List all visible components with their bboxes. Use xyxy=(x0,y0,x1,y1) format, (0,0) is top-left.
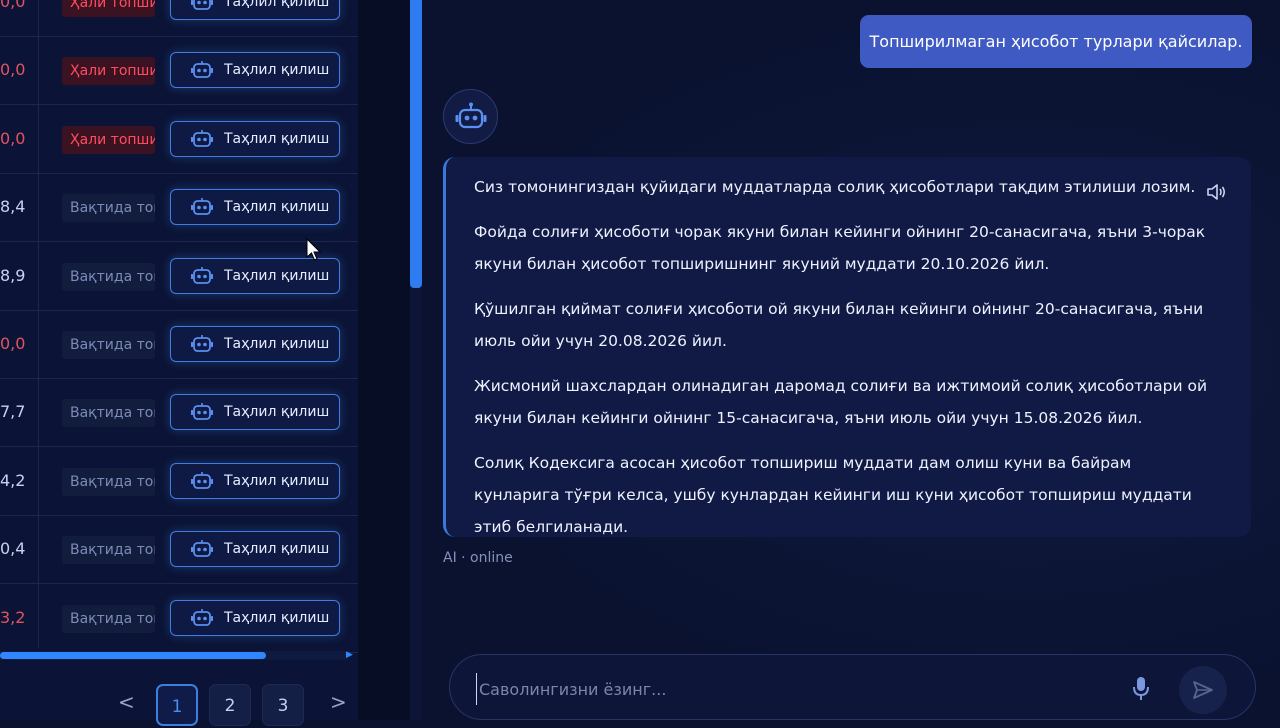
amount-cell: 0,0 xyxy=(0,334,26,353)
analyze-button-label: Таҳлил қилиш xyxy=(224,609,330,626)
robot-icon xyxy=(191,129,213,149)
robot-icon xyxy=(191,608,213,628)
robot-icon xyxy=(191,471,213,491)
robot-icon xyxy=(191,402,213,422)
analyze-button[interactable]: Таҳлил қилиш xyxy=(170,0,340,20)
ai-chat-panel: Топширилмаган ҳисобот турлари қайсилар. … xyxy=(422,0,1280,720)
status-badge: Ҳали топши xyxy=(62,57,155,86)
amount-cell: 7,7 xyxy=(0,402,26,422)
speaker-icon[interactable] xyxy=(1205,181,1227,203)
analyze-button[interactable]: Таҳлил қилиш xyxy=(170,326,340,362)
scroll-right-arrow-icon[interactable]: ▶ xyxy=(346,651,356,660)
analyze-button[interactable]: Таҳлил қилиш xyxy=(170,599,340,636)
analyze-button[interactable]: Таҳлил қилиш xyxy=(170,257,340,294)
analyze-button-label: Таҳлил қилиш xyxy=(224,62,330,79)
robot-icon xyxy=(191,539,213,559)
table-row: 0,4 Вақтида топ Таҳлил қилиш xyxy=(0,515,358,585)
microphone-icon[interactable] xyxy=(1130,675,1152,701)
analyze-button-label: Таҳлил қилиш xyxy=(224,130,330,147)
amount-cell: 8,9 xyxy=(0,265,26,285)
table-row: 8,4 Вақтида топ Таҳлил қилиш xyxy=(0,173,358,243)
mouse-cursor-icon xyxy=(306,238,322,261)
panel-divider xyxy=(358,0,410,720)
chat-input[interactable] xyxy=(476,673,1101,705)
analyze-button[interactable]: Таҳлил қилиш xyxy=(170,120,340,157)
status-badge: Вақтида топ xyxy=(62,262,155,291)
chat-input-bar xyxy=(449,654,1256,720)
analyze-button-label: Таҳлил қилиш xyxy=(224,336,330,352)
user-message: Топширилмаган ҳисобот турлари қайсилар. xyxy=(860,15,1252,68)
amount-cell: 0,0 xyxy=(0,0,26,11)
vertical-scrollbar-thumb[interactable] xyxy=(410,0,422,288)
reports-table-panel: 0,0 Ҳали топши Таҳлил қилиш 0,0 Ҳали топши Та… xyxy=(0,0,358,726)
prev-page-button[interactable]: < xyxy=(118,690,135,714)
analyze-button[interactable]: Таҳлил қилиш xyxy=(170,462,340,499)
horizontal-scrollbar[interactable] xyxy=(0,651,346,660)
send-button[interactable] xyxy=(1179,666,1227,714)
bot-message-paragraph: Жисмоний шахслардан олинадиган даромад с… xyxy=(474,377,1208,427)
table-row: 0,0 Вақтида топ Таҳлил қилиш xyxy=(0,310,358,379)
status-badge: Ҳали топши xyxy=(62,125,155,154)
status-badge: Вақтида топ xyxy=(62,331,155,359)
robot-icon xyxy=(191,266,213,286)
analyze-button[interactable]: Таҳлил қилиш xyxy=(170,189,340,226)
status-badge: Вақтида топ xyxy=(62,604,155,633)
amount-cell: 3,2 xyxy=(0,607,26,627)
table-row: 3,2 Вақтида топ Таҳлил қилиш xyxy=(0,584,358,653)
amount-cell: 0,4 xyxy=(0,539,26,559)
column-divider xyxy=(38,0,39,648)
robot-icon xyxy=(191,197,213,217)
robot-icon xyxy=(191,0,213,12)
bot-message-paragraph: Қўшилган қиймат солиғи ҳисоботи ой якуни… xyxy=(474,300,1204,350)
send-icon xyxy=(1193,681,1213,699)
status-badge: Вақтида топ xyxy=(62,399,155,428)
analyze-button-label: Таҳлил қилиш xyxy=(224,472,330,489)
status-badge: Вақтида топ xyxy=(62,467,155,496)
analyze-button-label: Таҳлил қилиш xyxy=(224,0,330,10)
table-row: 8,9 Вақтида топ Таҳлил қилиш xyxy=(0,242,358,311)
table-row: 0,0 Ҳали топши Таҳлил қилиш xyxy=(0,0,358,37)
analyze-button-label: Таҳлил қилиш xyxy=(224,267,330,284)
bot-status: AI · online xyxy=(443,550,513,566)
status-badge: Вақтида топ xyxy=(62,536,155,565)
analyze-button-label: Таҳлил қилиш xyxy=(224,541,330,558)
bot-avatar xyxy=(443,89,498,144)
status-badge: Ҳали топши xyxy=(62,0,155,17)
analyze-button[interactable]: Таҳлил қилиш xyxy=(170,52,340,89)
robot-icon xyxy=(191,60,213,80)
analyze-button-label: Таҳлил қилиш xyxy=(224,199,330,216)
status-badge: Вақтида топ xyxy=(62,194,155,223)
horizontal-scrollbar-thumb[interactable] xyxy=(0,652,266,659)
bot-message-paragraph: Солиқ Кодексига асосан ҳисобот топшириш … xyxy=(474,454,1192,536)
amount-cell: 4,2 xyxy=(0,470,26,490)
bot-message: Сиз томонингиздан қуйидаги муддатларда с… xyxy=(443,157,1251,537)
amount-cell: 0,0 xyxy=(0,60,26,80)
next-page-button[interactable]: > xyxy=(330,690,347,714)
pagination: < 1 2 3 > xyxy=(0,684,358,726)
amount-cell: 8,4 xyxy=(0,197,26,217)
bot-message-paragraph: Фойда солиғи ҳисоботи чорак якуни билан … xyxy=(474,223,1206,273)
analyze-button[interactable]: Таҳлил қилиш xyxy=(170,531,340,568)
table-row: 0,0 Ҳали топши Таҳлил қилиш xyxy=(0,36,358,106)
robot-icon xyxy=(455,102,486,128)
bot-message-paragraph: Сиз томонингиздан қуйидаги муддатларда с… xyxy=(474,178,1196,196)
robot-icon xyxy=(191,334,213,354)
amount-cell: 0,0 xyxy=(0,128,26,148)
table-row: 4,2 Вақтида топ Таҳлил қилиш xyxy=(0,447,358,516)
table-row: 0,0 Ҳали топши Таҳлил қилиш xyxy=(0,105,358,174)
analyze-button[interactable]: Таҳлил қилиш xyxy=(170,394,340,431)
analyze-button-label: Таҳлил қилиш xyxy=(224,404,330,421)
table-row: 7,7 Вақтида топ Таҳлил қилиш xyxy=(0,378,358,448)
